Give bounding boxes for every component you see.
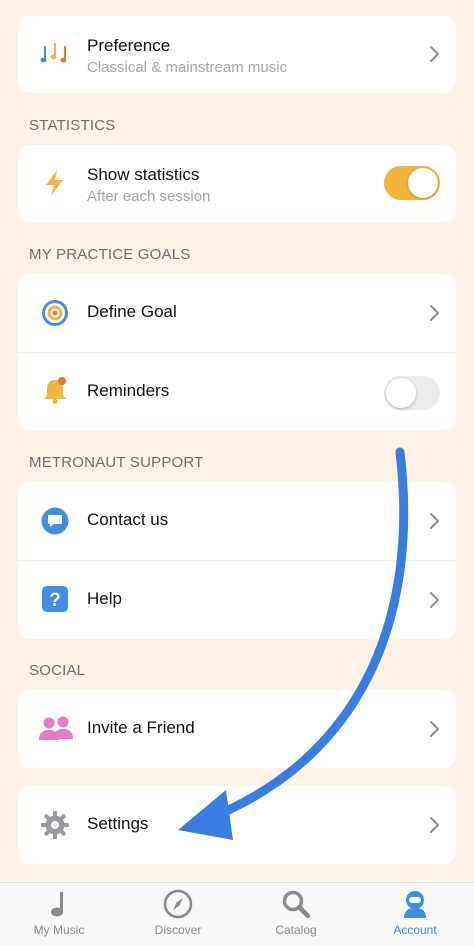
show-statistics-row: Show statistics After each session bbox=[18, 145, 456, 222]
magnifier-icon bbox=[282, 890, 311, 919]
tab-label: Account bbox=[393, 923, 437, 937]
question-icon: ? bbox=[42, 586, 68, 612]
define-goal-title: Define Goal bbox=[87, 302, 177, 321]
preference-title: Preference bbox=[87, 36, 171, 55]
astronaut-icon bbox=[404, 891, 426, 918]
music-note-icon bbox=[51, 892, 63, 917]
chevron-right-icon bbox=[430, 817, 439, 833]
tab-bar: My Music Discover Catalog Account bbox=[0, 882, 474, 946]
bell-icon bbox=[44, 377, 66, 404]
help-title: Help bbox=[87, 589, 122, 608]
tab-label: Discover bbox=[154, 923, 202, 937]
section-header-goals: MY PRACTICE GOALS bbox=[29, 246, 191, 263]
define-goal-row[interactable]: Define Goal bbox=[18, 274, 456, 352]
lightning-icon bbox=[46, 170, 63, 196]
preference-subtitle: Classical & mainstream music bbox=[87, 59, 288, 76]
show-statistics-subtitle: After each session bbox=[87, 188, 211, 205]
statistics-card: Show statistics After each session bbox=[18, 145, 456, 222]
show-statistics-toggle[interactable] bbox=[384, 166, 440, 200]
chat-bubble-icon bbox=[41, 507, 69, 535]
reminders-toggle[interactable] bbox=[384, 376, 440, 410]
social-card: Invite a Friend bbox=[18, 690, 456, 768]
support-card: Contact us ? Help bbox=[18, 482, 456, 639]
section-header-statistics: STATISTICS bbox=[29, 117, 116, 134]
settings-title: Settings bbox=[87, 814, 149, 833]
settings-row[interactable]: Settings bbox=[18, 786, 456, 864]
chevron-right-icon bbox=[430, 592, 439, 608]
reminders-title: Reminders bbox=[87, 381, 170, 400]
section-header-social: SOCIAL bbox=[29, 662, 86, 679]
reminders-row: Reminders bbox=[18, 352, 456, 430]
settings-card: Settings bbox=[18, 786, 456, 864]
target-icon bbox=[42, 300, 68, 326]
chevron-right-icon bbox=[430, 721, 439, 737]
tab-my-music[interactable]: My Music bbox=[0, 883, 118, 946]
chevron-right-icon bbox=[430, 46, 439, 62]
gear-icon bbox=[41, 811, 69, 839]
contact-us-title: Contact us bbox=[87, 510, 169, 529]
tab-label: My Music bbox=[33, 923, 85, 937]
contact-us-row[interactable]: Contact us bbox=[18, 482, 456, 560]
toggle-knob bbox=[386, 378, 416, 408]
goals-card: Define Goal Reminders bbox=[18, 274, 456, 430]
tab-catalog[interactable]: Catalog bbox=[237, 883, 355, 946]
show-statistics-title: Show statistics bbox=[87, 165, 200, 184]
toggle-knob bbox=[408, 168, 438, 198]
invite-friend-title: Invite a Friend bbox=[87, 718, 195, 737]
preference-row[interactable]: Preference Classical & mainstream music bbox=[18, 16, 456, 93]
section-header-support: METRONAUT SUPPORT bbox=[29, 454, 204, 471]
people-icon bbox=[39, 716, 73, 740]
tab-discover[interactable]: Discover bbox=[119, 883, 237, 946]
chevron-right-icon bbox=[430, 305, 439, 321]
help-row[interactable]: ? Help bbox=[18, 560, 456, 639]
settings-page: Preference Classical & mainstream music … bbox=[0, 0, 474, 882]
svg-text:?: ? bbox=[49, 590, 61, 611]
tab-label: Catalog bbox=[275, 923, 317, 937]
invite-friend-row[interactable]: Invite a Friend bbox=[18, 690, 456, 768]
compass-icon bbox=[163, 889, 193, 919]
music-notes-icon bbox=[40, 43, 67, 63]
preference-card: Preference Classical & mainstream music bbox=[18, 16, 456, 93]
tab-account[interactable]: Account bbox=[356, 883, 474, 946]
chevron-right-icon bbox=[430, 513, 439, 529]
